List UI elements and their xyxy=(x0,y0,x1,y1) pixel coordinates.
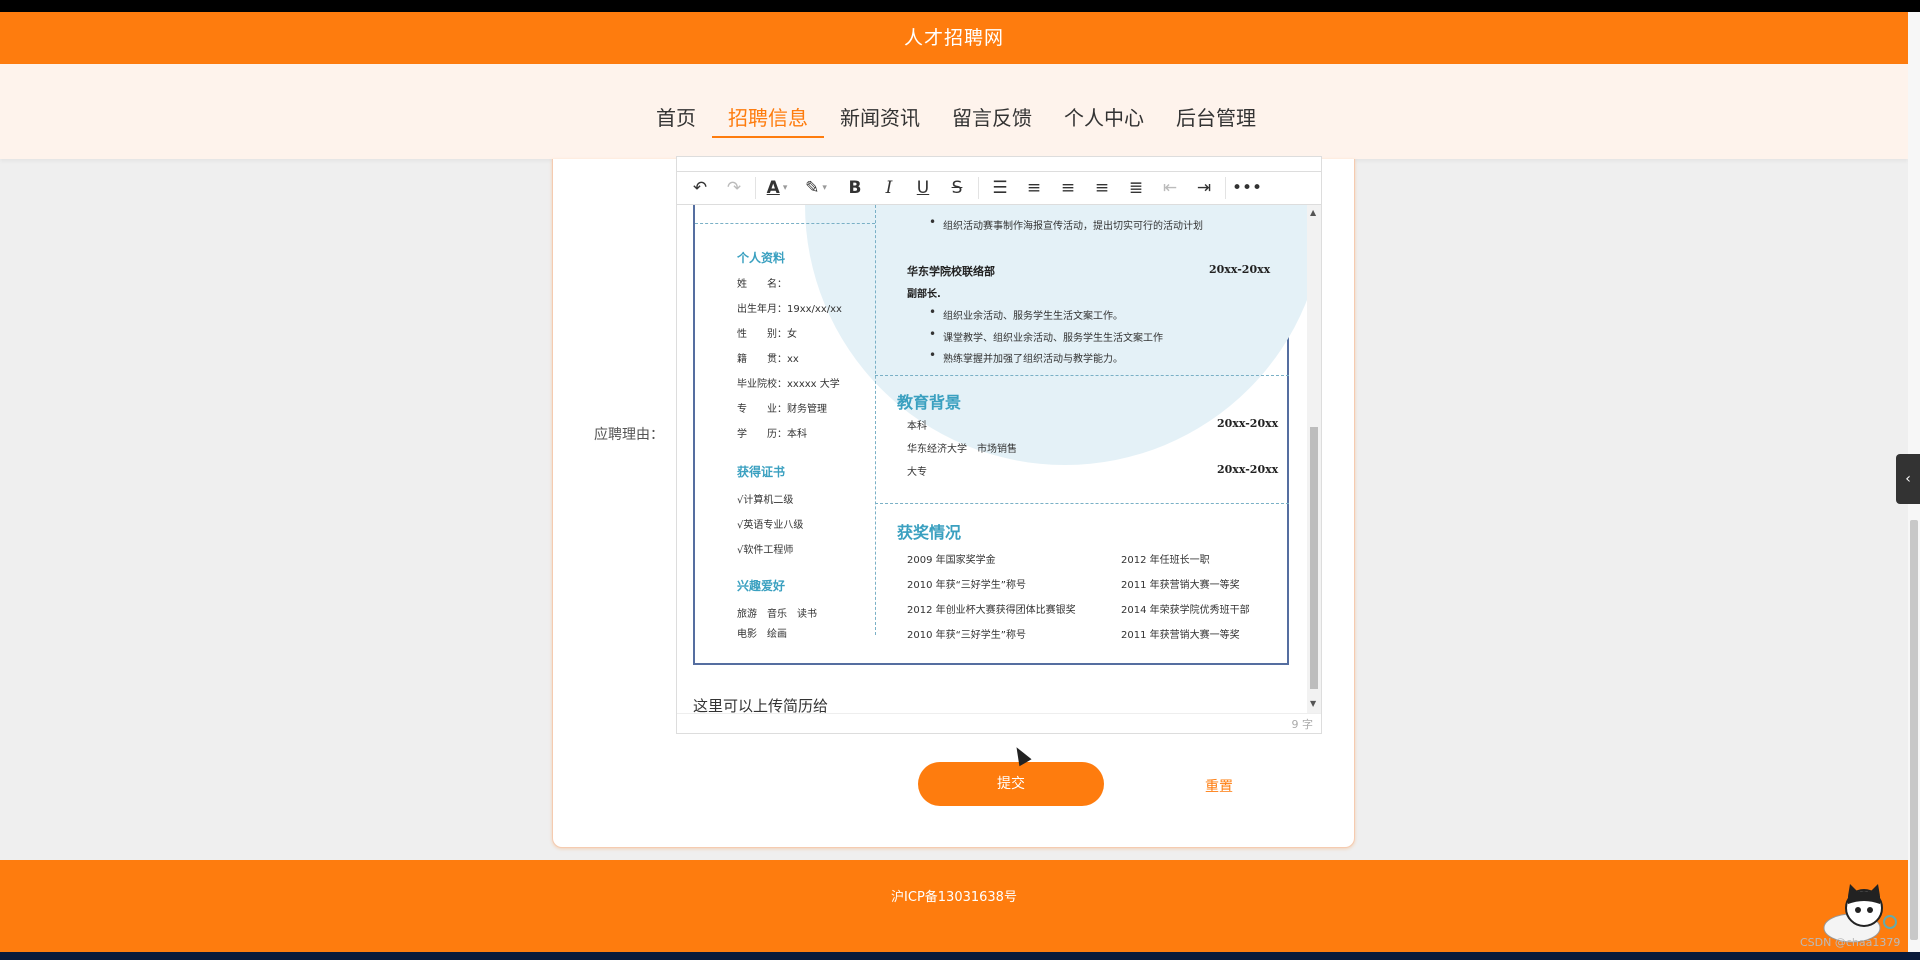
main-nav: 首页 招聘信息 新闻资讯 留言反馈 个人中心 后台管理 xyxy=(0,64,1908,159)
cert-item: √英语专业八级 xyxy=(737,520,804,531)
editor-content[interactable]: 个人资料 姓 名： 出生年月：19xx/xx/xx 性 别：女 籍 贯：xx 毕… xyxy=(677,205,1307,713)
chevron-left-icon: ‹ xyxy=(1905,471,1911,487)
redo-icon[interactable]: ↷ xyxy=(717,173,751,203)
edu-date: 20xx-20xx xyxy=(1217,463,1279,476)
hobby-line: 旅游 音乐 读书 xyxy=(737,609,817,620)
hobby-line: 电影 绘画 xyxy=(737,629,787,640)
award-item: 2010 年获“三好学生”称号 xyxy=(907,630,1026,641)
italic-icon[interactable]: I xyxy=(872,173,906,203)
align-left-icon[interactable]: ≡ xyxy=(1017,173,1051,203)
profile-line: 性 别：女 xyxy=(737,329,797,340)
nav-jobs[interactable]: 招聘信息 xyxy=(712,98,824,138)
editor-toolbar: ↶ ↷ A ▾ ✎ ▾ B I U S ☰ ≡ ≡ ≡ ≣ ⇤ ⇥ ••• xyxy=(677,171,1321,205)
divider xyxy=(875,503,1289,504)
award-item: 2010 年获“三好学生”称号 xyxy=(907,580,1026,591)
editor-scrollbar[interactable]: ▲ ▼ xyxy=(1307,205,1321,713)
resume-bullet: 组织活动赛事制作海报宣传活动，提出切实可行的活动计划 xyxy=(929,215,1203,232)
profile-line: 学 历：本科 xyxy=(737,429,807,440)
page-scrollbar-thumb[interactable] xyxy=(1910,520,1918,940)
align-right-icon[interactable]: ≡ xyxy=(1085,173,1119,203)
cert-item: √软件工程师 xyxy=(737,545,794,556)
org-role: 副部长. xyxy=(907,289,941,300)
nav-profile[interactable]: 个人中心 xyxy=(1048,98,1160,138)
award-item: 2012 年创业杯大赛获得团体比赛银奖 xyxy=(907,605,1076,616)
undo-icon[interactable]: ↶ xyxy=(683,173,717,203)
submit-button[interactable]: 提交 xyxy=(918,762,1104,806)
toolbar-divider xyxy=(755,177,756,199)
org-name: 华东学院校联络部 xyxy=(907,265,995,278)
profile-line: 出生年月：19xx/xx/xx xyxy=(737,304,842,315)
side-panel-toggle[interactable]: ‹ xyxy=(1896,454,1920,504)
align-center-icon[interactable]: ≡ xyxy=(1051,173,1085,203)
nav-feedback[interactable]: 留言反馈 xyxy=(936,98,1048,138)
profile-line: 籍 贯：xx xyxy=(737,354,799,365)
highlight-icon[interactable]: ✎ ▾ xyxy=(794,173,838,203)
taskbar xyxy=(0,952,1920,960)
editor-hint-text: 这里可以上传简历给 xyxy=(693,697,829,713)
edu-date: 20xx-20xx xyxy=(1217,417,1279,430)
divider xyxy=(875,375,1289,376)
org-date: 20xx-20xx xyxy=(1209,263,1271,276)
font-color-icon[interactable]: A ▾ xyxy=(760,173,794,203)
char-count: 9 字 xyxy=(1291,718,1314,731)
strike-icon[interactable]: S xyxy=(940,173,974,203)
nav-news[interactable]: 新闻资讯 xyxy=(824,98,936,138)
profile-line: 专 业：财务管理 xyxy=(737,404,827,415)
edu-title: 教育背景 xyxy=(897,393,962,412)
nav-admin[interactable]: 后台管理 xyxy=(1160,98,1272,138)
nav-home[interactable]: 首页 xyxy=(640,98,712,138)
watermark: CSDN @chaa1379 xyxy=(1800,936,1901,949)
award-item: 2011 年获营销大赛一等奖 xyxy=(1121,580,1240,591)
more-icon[interactable]: ••• xyxy=(1230,173,1264,203)
resume-bullet: 熟练掌握并加强了组织活动与教学能力。 xyxy=(929,348,1123,365)
outdent-icon[interactable]: ⇤ xyxy=(1153,173,1187,203)
justify-icon[interactable]: ≣ xyxy=(1119,173,1153,203)
award-item: 2014 年荣获学院优秀班干部 xyxy=(1121,605,1250,616)
toolbar-divider xyxy=(1225,177,1226,199)
hobby-title: 兴趣爱好 xyxy=(737,579,786,593)
resume-image: 个人资料 姓 名： 出生年月：19xx/xx/xx 性 别：女 籍 贯：xx 毕… xyxy=(693,205,1307,665)
underline-icon[interactable]: U xyxy=(906,173,940,203)
editor-scrollbar-thumb[interactable] xyxy=(1310,427,1318,689)
profile-line: 姓 名： xyxy=(737,279,787,290)
award-item: 2012 年任班长一职 xyxy=(1121,555,1210,566)
edu-degree: 本科 xyxy=(907,421,927,432)
reason-label: 应聘理由： xyxy=(594,427,664,443)
window-top-bar xyxy=(0,0,1920,12)
divider xyxy=(695,223,875,224)
profile-title: 个人资料 xyxy=(737,251,786,265)
site-title: 人才招聘网 xyxy=(903,27,1004,49)
line-height-icon[interactable]: ☰ xyxy=(983,173,1017,203)
edu-degree: 大专 xyxy=(907,467,927,478)
cat-mascot-icon xyxy=(1823,884,1897,943)
scroll-up-icon[interactable]: ▲ xyxy=(1310,208,1316,217)
indent-icon[interactable]: ⇥ xyxy=(1187,173,1221,203)
award-item: 2011 年获营销大赛一等奖 xyxy=(1121,630,1240,641)
resume-bullet: 课堂教学、组织业余活动、服务学生生活文案工作 xyxy=(929,327,1163,344)
rich-text-editor[interactable]: ↶ ↷ A ▾ ✎ ▾ B I U S ☰ ≡ ≡ ≡ ≣ ⇤ ⇥ ••• 个人资料… xyxy=(676,156,1322,734)
toolbar-divider xyxy=(978,177,979,199)
cert-title: 获得证书 xyxy=(737,465,786,479)
site-header: 人才招聘网 xyxy=(0,12,1908,64)
award-title: 获奖情况 xyxy=(897,523,962,542)
site-footer: 沪ICP备13031638号 xyxy=(0,860,1908,952)
cert-item: √计算机二级 xyxy=(737,495,794,506)
award-item: 2009 年国家奖学金 xyxy=(907,555,996,566)
column-divider xyxy=(875,205,876,635)
icp-text: 沪ICP备13031638号 xyxy=(891,890,1017,905)
edu-school: 华东经济大学 市场销售 xyxy=(907,444,1017,455)
editor-status-bar: 9 字 xyxy=(677,713,1321,733)
scroll-down-icon[interactable]: ▼ xyxy=(1310,699,1316,708)
resume-bullet: 组织业余活动、服务学生生活文案工作。 xyxy=(929,305,1123,322)
bold-icon[interactable]: B xyxy=(838,173,872,203)
profile-line: 毕业院校：xxxxx 大学 xyxy=(737,379,840,390)
reset-button[interactable]: 重置 xyxy=(1205,776,1233,796)
